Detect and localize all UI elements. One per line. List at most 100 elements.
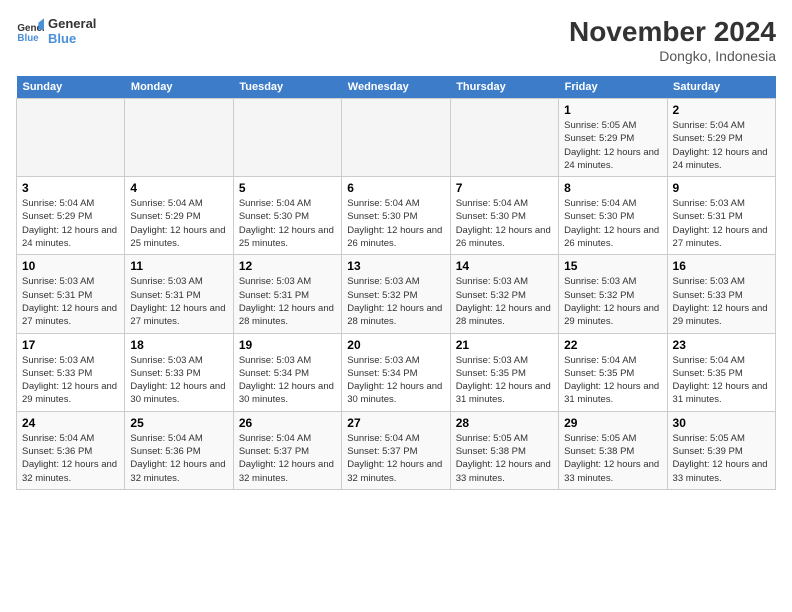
day-number: 17 [22,338,119,352]
day-info: Sunrise: 5:04 AM Sunset: 5:37 PM Dayligh… [347,432,444,485]
day-number: 16 [673,259,770,273]
day-cell [125,99,233,177]
week-row-2: 3 Sunrise: 5:04 AM Sunset: 5:29 PM Daylig… [17,177,776,255]
weekday-saturday: Saturday [667,76,775,99]
day-cell: 17 Sunrise: 5:03 AM Sunset: 5:33 PM Dayli… [17,333,125,411]
day-number: 21 [456,338,553,352]
day-cell [450,99,558,177]
day-cell: 7 Sunrise: 5:04 AM Sunset: 5:30 PM Daylig… [450,177,558,255]
day-number: 10 [22,259,119,273]
day-cell: 22 Sunrise: 5:04 AM Sunset: 5:35 PM Dayli… [559,333,667,411]
svg-text:Blue: Blue [17,33,39,44]
day-cell: 25 Sunrise: 5:04 AM Sunset: 5:36 PM Dayli… [125,411,233,489]
day-number: 13 [347,259,444,273]
day-number: 19 [239,338,336,352]
day-info: Sunrise: 5:04 AM Sunset: 5:35 PM Dayligh… [564,354,661,407]
day-number: 28 [456,416,553,430]
day-info: Sunrise: 5:04 AM Sunset: 5:29 PM Dayligh… [130,197,227,250]
weekday-thursday: Thursday [450,76,558,99]
day-number: 8 [564,181,661,195]
day-cell: 9 Sunrise: 5:03 AM Sunset: 5:31 PM Daylig… [667,177,775,255]
main-title: November 2024 [569,16,776,48]
day-info: Sunrise: 5:03 AM Sunset: 5:33 PM Dayligh… [22,354,119,407]
day-cell [233,99,341,177]
weekday-header-row: SundayMondayTuesdayWednesdayThursdayFrid… [17,76,776,99]
week-row-3: 10 Sunrise: 5:03 AM Sunset: 5:31 PM Dayli… [17,255,776,333]
day-info: Sunrise: 5:03 AM Sunset: 5:33 PM Dayligh… [130,354,227,407]
day-number: 15 [564,259,661,273]
day-info: Sunrise: 5:04 AM Sunset: 5:36 PM Dayligh… [130,432,227,485]
week-row-5: 24 Sunrise: 5:04 AM Sunset: 5:36 PM Dayli… [17,411,776,489]
header: General Blue General Blue November 2024 … [16,16,776,64]
day-cell: 18 Sunrise: 5:03 AM Sunset: 5:33 PM Dayli… [125,333,233,411]
day-cell: 5Sunrise: 5:04 AM Sunset: 5:30 PM Daylig… [233,177,341,255]
day-info: Sunrise: 5:04 AM Sunset: 5:37 PM Dayligh… [239,432,336,485]
day-info: Sunrise: 5:03 AM Sunset: 5:31 PM Dayligh… [130,275,227,328]
day-number: 7 [456,181,553,195]
day-number: 3 [22,181,119,195]
day-number: 22 [564,338,661,352]
day-number: 9 [673,181,770,195]
logo-line2: Blue [48,31,96,46]
day-info: Sunrise: 5:03 AM Sunset: 5:34 PM Dayligh… [239,354,336,407]
day-number: 27 [347,416,444,430]
logo: General Blue General Blue [16,16,96,46]
day-info: Sunrise: 5:03 AM Sunset: 5:32 PM Dayligh… [564,275,661,328]
day-number: 18 [130,338,227,352]
title-area: November 2024 Dongko, Indonesia [569,16,776,64]
day-cell: 15 Sunrise: 5:03 AM Sunset: 5:32 PM Dayli… [559,255,667,333]
day-cell: 24 Sunrise: 5:04 AM Sunset: 5:36 PM Dayli… [17,411,125,489]
day-number: 12 [239,259,336,273]
day-info: Sunrise: 5:04 AM Sunset: 5:29 PM Dayligh… [22,197,119,250]
logo-line1: General [48,16,96,31]
day-cell [17,99,125,177]
day-number: 25 [130,416,227,430]
day-info: Sunrise: 5:05 AM Sunset: 5:38 PM Dayligh… [564,432,661,485]
day-number: 11 [130,259,227,273]
weekday-monday: Monday [125,76,233,99]
day-number: 6 [347,181,444,195]
day-cell: 14 Sunrise: 5:03 AM Sunset: 5:32 PM Dayli… [450,255,558,333]
day-cell: 4 Sunrise: 5:04 AM Sunset: 5:29 PM Daylig… [125,177,233,255]
day-cell: 21Sunrise: 5:03 AM Sunset: 5:35 PM Dayli… [450,333,558,411]
day-cell: 19 Sunrise: 5:03 AM Sunset: 5:34 PM Dayli… [233,333,341,411]
day-number: 4 [130,181,227,195]
weekday-wednesday: Wednesday [342,76,450,99]
day-number: 5 [239,181,336,195]
day-number: 24 [22,416,119,430]
day-number: 2 [673,103,770,117]
weekday-friday: Friday [559,76,667,99]
weekday-tuesday: Tuesday [233,76,341,99]
day-number: 14 [456,259,553,273]
subtitle: Dongko, Indonesia [569,48,776,64]
day-info: Sunrise: 5:05 AM Sunset: 5:39 PM Dayligh… [673,432,770,485]
day-info: Sunrise: 5:05 AM Sunset: 5:38 PM Dayligh… [456,432,553,485]
weekday-sunday: Sunday [17,76,125,99]
week-row-1: 1Sunrise: 5:05 AM Sunset: 5:29 PM Daylig… [17,99,776,177]
day-info: Sunrise: 5:03 AM Sunset: 5:34 PM Dayligh… [347,354,444,407]
day-info: Sunrise: 5:03 AM Sunset: 5:31 PM Dayligh… [239,275,336,328]
day-cell: 28 Sunrise: 5:05 AM Sunset: 5:38 PM Dayli… [450,411,558,489]
day-cell: 26Sunrise: 5:04 AM Sunset: 5:37 PM Dayli… [233,411,341,489]
calendar-table: SundayMondayTuesdayWednesdayThursdayFrid… [16,76,776,490]
day-cell: 3 Sunrise: 5:04 AM Sunset: 5:29 PM Daylig… [17,177,125,255]
day-cell: 27 Sunrise: 5:04 AM Sunset: 5:37 PM Dayli… [342,411,450,489]
day-cell: 13 Sunrise: 5:03 AM Sunset: 5:32 PM Dayli… [342,255,450,333]
day-info: Sunrise: 5:03 AM Sunset: 5:32 PM Dayligh… [347,275,444,328]
calendar-body: 1Sunrise: 5:05 AM Sunset: 5:29 PM Daylig… [17,99,776,490]
day-cell: 12 Sunrise: 5:03 AM Sunset: 5:31 PM Dayli… [233,255,341,333]
day-info: Sunrise: 5:04 AM Sunset: 5:29 PM Dayligh… [673,119,770,172]
day-info: Sunrise: 5:03 AM Sunset: 5:31 PM Dayligh… [22,275,119,328]
day-info: Sunrise: 5:04 AM Sunset: 5:36 PM Dayligh… [22,432,119,485]
day-number: 29 [564,416,661,430]
day-cell: 6 Sunrise: 5:04 AM Sunset: 5:30 PM Daylig… [342,177,450,255]
day-cell: 20Sunrise: 5:03 AM Sunset: 5:34 PM Dayli… [342,333,450,411]
day-number: 30 [673,416,770,430]
day-info: Sunrise: 5:03 AM Sunset: 5:31 PM Dayligh… [673,197,770,250]
day-cell: 1Sunrise: 5:05 AM Sunset: 5:29 PM Daylig… [559,99,667,177]
day-info: Sunrise: 5:03 AM Sunset: 5:32 PM Dayligh… [456,275,553,328]
day-info: Sunrise: 5:04 AM Sunset: 5:30 PM Dayligh… [456,197,553,250]
day-info: Sunrise: 5:04 AM Sunset: 5:30 PM Dayligh… [347,197,444,250]
day-cell: 23Sunrise: 5:04 AM Sunset: 5:35 PM Dayli… [667,333,775,411]
day-cell [342,99,450,177]
